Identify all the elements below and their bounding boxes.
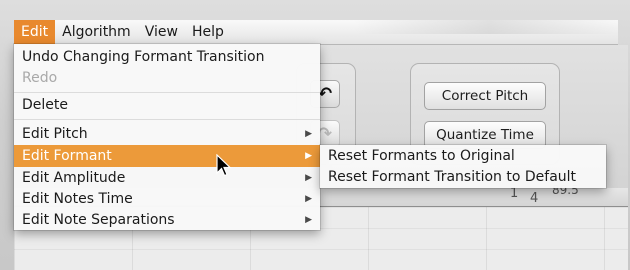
menu-item-label: Delete — [22, 97, 68, 113]
menu-algorithm[interactable]: Algorithm — [55, 20, 138, 44]
edit-formant-submenu: Reset Formants to Original Reset Formant… — [320, 145, 606, 188]
edit-menu-dropdown: Undo Changing Formant Transition Redo De… — [14, 44, 320, 230]
mouse-pointer-icon — [216, 154, 232, 177]
menu-item-edit-amplitude[interactable]: Edit Amplitude ▶ — [14, 167, 320, 189]
menu-item-delete[interactable]: Delete — [14, 94, 320, 116]
menu-item-edit-pitch[interactable]: Edit Pitch ▶ — [14, 123, 320, 145]
menu-item-edit-note-separations[interactable]: Edit Note Separations ▶ — [14, 209, 320, 231]
menubar: Edit Algorithm View Help — [14, 20, 624, 45]
menubar-blur — [354, 20, 624, 34]
menu-item-label: Edit Notes Time — [22, 191, 133, 207]
submenu-item-reset-formants[interactable]: Reset Formants to Original — [320, 146, 606, 167]
menu-separator — [14, 92, 320, 93]
submenu-item-label: Reset Formant Transition to Default — [328, 169, 577, 185]
ruler-bar-number: 1 — [510, 186, 519, 201]
menu-item-label: Edit Amplitude — [22, 170, 126, 186]
submenu-arrow-icon: ▶ — [305, 129, 312, 139]
menu-separator — [14, 119, 320, 120]
submenu-arrow-icon: ▶ — [305, 173, 312, 183]
undo-arrow-icon: ↶ — [317, 84, 333, 104]
menu-item-label: Undo Changing Formant Transition — [22, 49, 265, 65]
menu-view[interactable]: View — [138, 20, 185, 44]
correct-pitch-button[interactable]: Correct Pitch — [424, 82, 546, 110]
menu-item-label: Edit Pitch — [22, 126, 88, 142]
menu-edit[interactable]: Edit — [14, 20, 56, 44]
menu-item-label: Edit Note Separations — [22, 212, 175, 228]
menu-help[interactable]: Help — [185, 20, 231, 44]
ruler-beat-number: 4 — [530, 191, 539, 206]
menu-item-redo: Redo — [14, 67, 320, 89]
menu-item-label: Edit Formant — [22, 148, 112, 164]
menu-item-edit-notes-time[interactable]: Edit Notes Time ▶ — [14, 188, 320, 210]
submenu-item-label: Reset Formants to Original — [328, 148, 515, 164]
submenu-arrow-icon: ▶ — [305, 194, 312, 204]
submenu-item-reset-formant-transition[interactable]: Reset Formant Transition to Default — [320, 167, 606, 188]
menu-item-label: Redo — [22, 70, 58, 86]
submenu-arrow-icon: ▶ — [305, 151, 312, 161]
submenu-arrow-icon: ▶ — [305, 215, 312, 225]
redo-arrow-icon: ↷ — [317, 124, 333, 144]
menu-item-edit-formant[interactable]: Edit Formant ▶ — [14, 145, 320, 167]
menu-item-undo[interactable]: Undo Changing Formant Transition — [14, 46, 320, 68]
